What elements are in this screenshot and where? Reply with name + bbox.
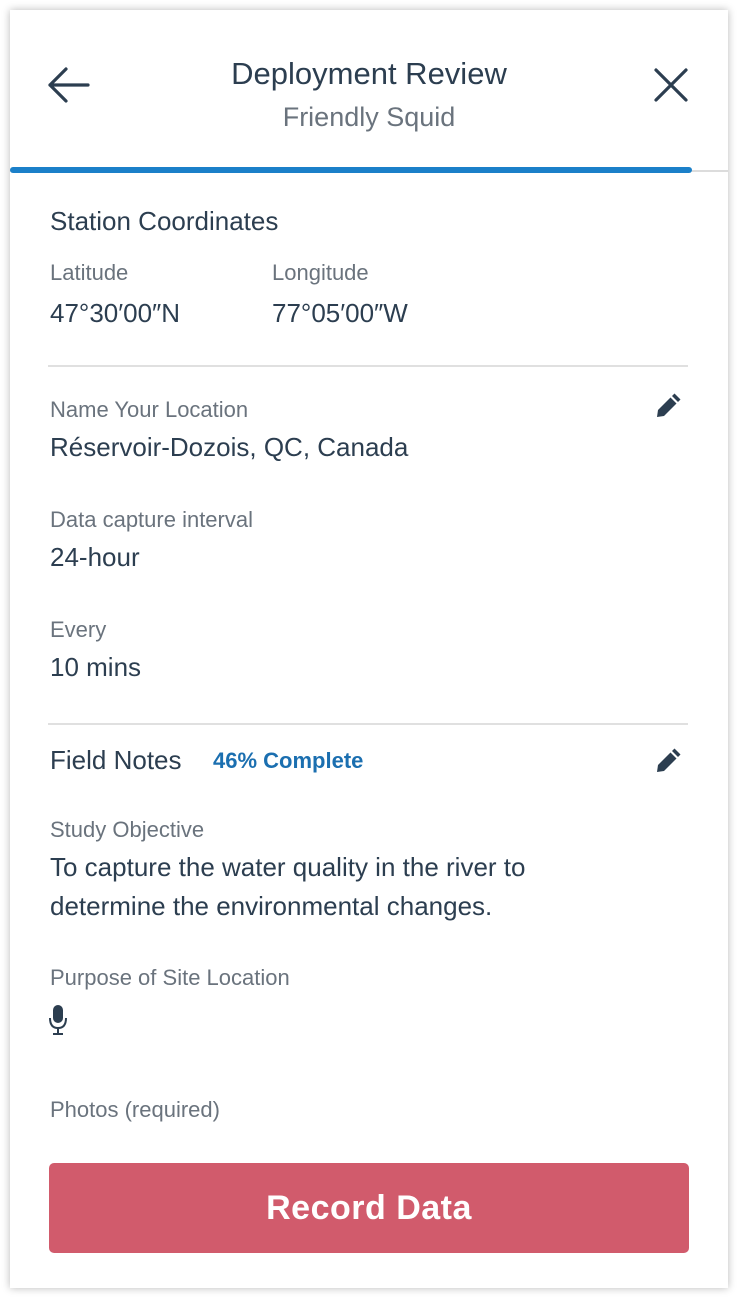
purpose-label: Purpose of Site Location: [50, 965, 290, 990]
divider: [48, 723, 688, 725]
pencil-icon: [657, 393, 681, 417]
every-label: Every: [50, 617, 107, 642]
study-objective-line2: determine the environmental changes.: [50, 891, 493, 921]
field-notes-completion: 46% Complete: [213, 748, 364, 773]
location-name-value: Réservoir-Dozois, QC, Canada: [50, 432, 409, 462]
latitude-value: 47°30′00″N: [50, 298, 181, 328]
capture-interval-value: 24-hour: [50, 542, 140, 572]
field-notes-title: Field Notes: [50, 745, 182, 775]
deployment-review-card: Deployment Review Friendly Squid Station…: [10, 10, 728, 1288]
latitude-label: Latitude: [50, 260, 129, 285]
header: Deployment Review Friendly Squid: [10, 10, 728, 180]
edit-location-button[interactable]: [654, 390, 684, 420]
station-coordinates-title: Station Coordinates: [50, 206, 279, 236]
page-subtitle: Friendly Squid: [282, 102, 456, 132]
edit-field-notes-button[interactable]: [654, 745, 684, 775]
divider: [48, 365, 688, 367]
record-data-button[interactable]: Record Data: [49, 1163, 689, 1253]
capture-interval-label: Data capture interval: [50, 507, 253, 532]
location-name-label: Name Your Location: [50, 397, 249, 422]
pencil-icon: [657, 748, 681, 772]
photos-label: Photos (required): [50, 1097, 220, 1122]
microphone-icon: [49, 1005, 67, 1035]
every-value: 10 mins: [50, 652, 142, 682]
longitude-value: 77°05′00″W: [272, 298, 408, 328]
close-icon: [654, 68, 688, 102]
study-objective-line1: To capture the water quality in the rive…: [50, 852, 526, 882]
close-button[interactable]: [648, 62, 694, 108]
record-voice-button[interactable]: [48, 1004, 68, 1036]
progress-bar: [10, 167, 693, 173]
page-title: Deployment Review: [231, 56, 507, 91]
longitude-label: Longitude: [272, 260, 369, 285]
study-objective-label: Study Objective: [50, 817, 205, 842]
